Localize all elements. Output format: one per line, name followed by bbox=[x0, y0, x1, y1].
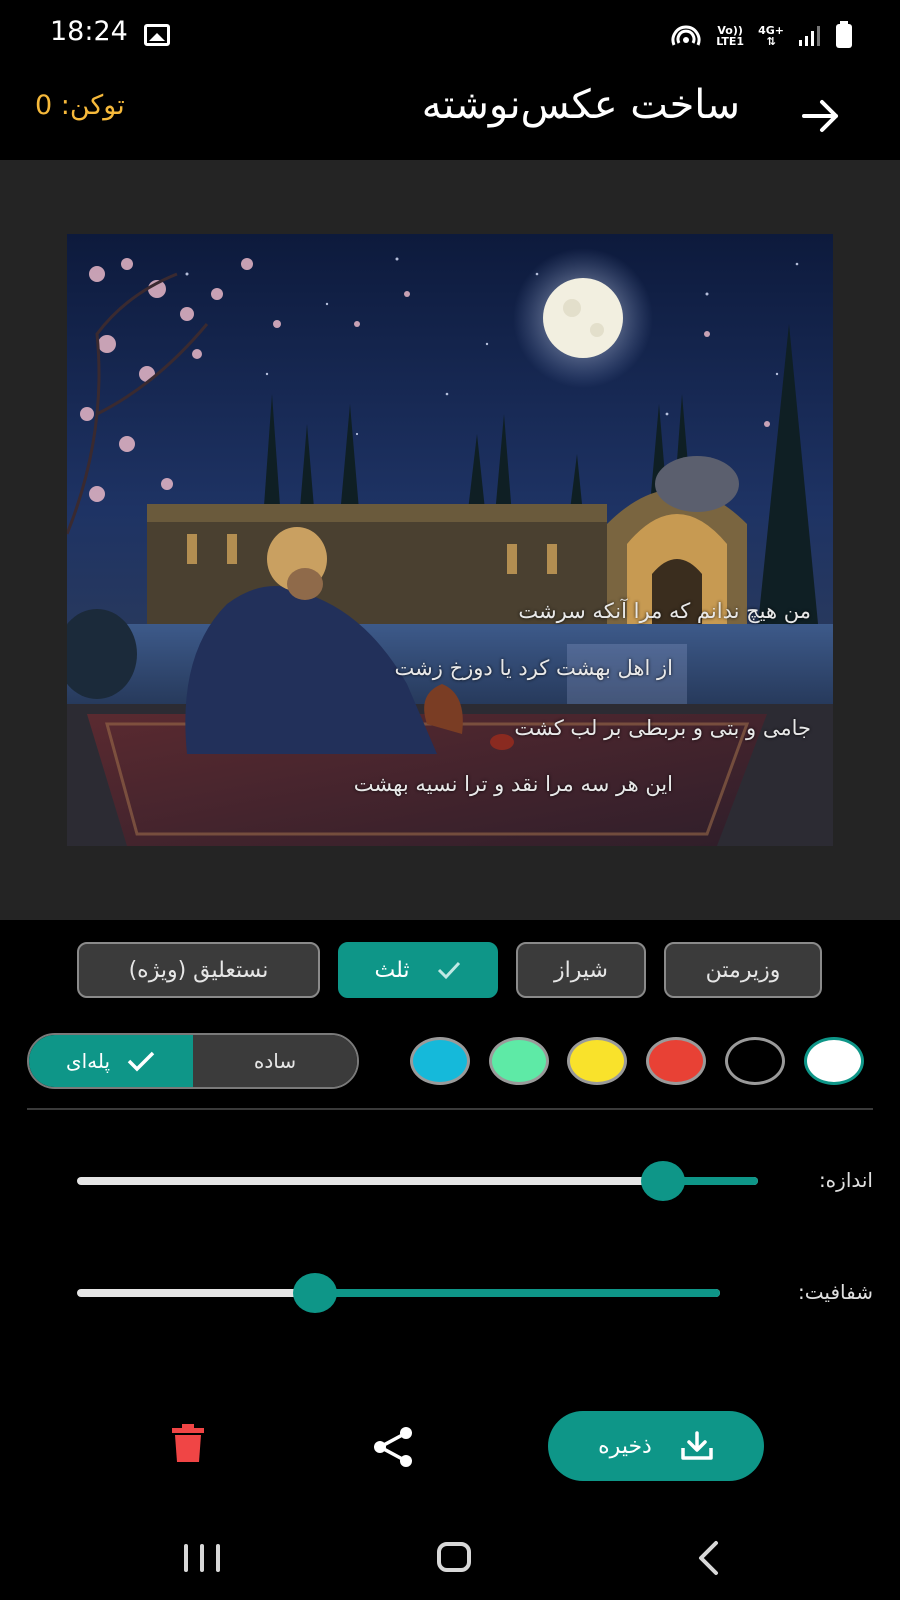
font-chip-thuluth[interactable]: ثلث bbox=[338, 942, 498, 998]
color-swatch-yellow[interactable] bbox=[567, 1037, 627, 1085]
color-swatch-green[interactable] bbox=[489, 1037, 549, 1085]
nav-back-icon[interactable] bbox=[694, 1540, 722, 1576]
system-nav-bar bbox=[0, 1520, 900, 1600]
font-chip-label: نستعلیق (ویژه) bbox=[128, 957, 269, 983]
poem-line-1: من هیچ ندانم که مرا آنکه سرشت bbox=[518, 599, 811, 623]
data-arrows-icon: ⇅ bbox=[766, 35, 776, 48]
size-slider-label: اندازه: bbox=[818, 1168, 873, 1192]
token-balance: توکن: 0 bbox=[35, 90, 125, 121]
back-arrow-icon[interactable] bbox=[796, 92, 844, 140]
app-bar: ساخت عکس‌نوشته توکن: 0 bbox=[0, 70, 900, 160]
save-button-label: ذخیره bbox=[598, 1433, 652, 1459]
hotspot-icon bbox=[671, 25, 701, 46]
gallery-notification-icon bbox=[144, 24, 170, 46]
volte-bottom-text: LTE1 bbox=[716, 35, 745, 48]
opacity-slider-fill bbox=[314, 1289, 720, 1297]
font-chip-label: وزیرمتن bbox=[705, 957, 781, 983]
night-garden-painting bbox=[67, 234, 833, 846]
divider bbox=[27, 1108, 873, 1110]
size-slider-thumb[interactable] bbox=[640, 1161, 685, 1201]
style-option-label: ساده bbox=[253, 1049, 297, 1073]
download-icon bbox=[681, 1431, 713, 1460]
share-icon[interactable] bbox=[370, 1423, 418, 1471]
check-icon bbox=[437, 961, 460, 980]
font-chip-nastaliq[interactable]: نستعلیق (ویژه) bbox=[77, 942, 320, 998]
font-chip-shiraz[interactable]: شیراز bbox=[516, 942, 646, 998]
style-option-label: پله‌ای bbox=[65, 1049, 111, 1073]
action-bar: ذخیره bbox=[0, 1375, 900, 1520]
poem-line-2: از اهل بهشت کرد یا دوزخ زشت bbox=[394, 656, 673, 680]
font-chip-label: شیراز bbox=[554, 957, 608, 983]
color-swatch-red[interactable] bbox=[646, 1037, 706, 1085]
page-title: ساخت عکس‌نوشته bbox=[421, 82, 740, 128]
size-slider[interactable] bbox=[77, 1161, 758, 1201]
save-button[interactable]: ذخیره bbox=[548, 1411, 764, 1481]
network-type-indicator: 4G+ ⇅ bbox=[758, 25, 784, 47]
font-chip-label: ثلث bbox=[374, 957, 410, 983]
check-icon bbox=[127, 1051, 155, 1072]
text-style-toggle: پله‌ای ساده bbox=[27, 1033, 359, 1089]
opacity-slider-thumb[interactable] bbox=[292, 1273, 337, 1313]
volte-indicator: Vo)) LTE1 bbox=[716, 25, 744, 47]
poem-line-4: این هر سه مرا نقد و ترا نسیه بهشت bbox=[353, 772, 673, 796]
battery-icon bbox=[836, 21, 852, 48]
preview-image[interactable]: من هیچ ندانم که مرا آنکه سرشت از اهل بهش… bbox=[67, 234, 833, 846]
status-icons: Vo)) LTE1 4G+ ⇅ bbox=[670, 18, 852, 54]
home-icon[interactable] bbox=[437, 1542, 471, 1572]
preview-area: من هیچ ندانم که مرا آنکه سرشت از اهل بهش… bbox=[0, 160, 900, 920]
font-chip-vazirmatn[interactable]: وزیرمتن bbox=[664, 942, 822, 998]
color-swatch-cyan[interactable] bbox=[410, 1037, 470, 1085]
signal-icon bbox=[799, 26, 820, 46]
delete-icon[interactable] bbox=[170, 1423, 206, 1463]
poem-line-3: جامی و بتی و بربطی بر لب کشت bbox=[514, 716, 811, 740]
color-swatch-black[interactable] bbox=[725, 1037, 785, 1085]
color-swatch-white[interactable] bbox=[804, 1037, 864, 1085]
recent-apps-icon[interactable] bbox=[184, 1544, 220, 1572]
style-option-stepped[interactable]: پله‌ای bbox=[29, 1035, 193, 1087]
status-time: 18:24 bbox=[50, 16, 128, 47]
status-bar: 18:24 Vo)) LTE1 4G+ ⇅ bbox=[0, 0, 900, 70]
style-option-plain[interactable]: ساده bbox=[193, 1035, 357, 1087]
opacity-slider[interactable] bbox=[77, 1273, 720, 1313]
opacity-slider-label: شفافیت: bbox=[798, 1280, 873, 1304]
